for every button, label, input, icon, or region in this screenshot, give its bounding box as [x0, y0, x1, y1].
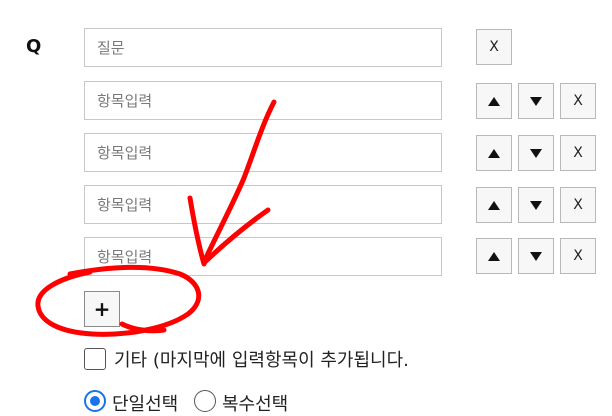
- move-up-button-1[interactable]: [476, 83, 512, 119]
- other-option-checkbox[interactable]: [84, 348, 106, 370]
- multi-select-label: 복수선택: [222, 394, 289, 415]
- close-icon: X: [573, 197, 583, 213]
- move-up-button-2[interactable]: [476, 135, 512, 171]
- item-input-1[interactable]: [84, 81, 442, 120]
- arrow-down-icon: [530, 148, 542, 158]
- item-input-4[interactable]: [84, 237, 442, 276]
- single-select-label: 단일선택: [112, 394, 179, 415]
- close-icon: X: [573, 145, 583, 161]
- arrow-up-icon: [488, 96, 500, 106]
- move-down-button-2[interactable]: [518, 135, 554, 171]
- arrow-down-icon: [530, 200, 542, 210]
- delete-item-button-2[interactable]: X: [560, 135, 596, 171]
- item-input-3[interactable]: [84, 185, 442, 224]
- arrow-down-icon: [530, 251, 542, 261]
- other-option-label: 기타 (마지막에 입력항목이 추가됩니다.: [114, 350, 409, 371]
- delete-item-button-3[interactable]: X: [560, 187, 596, 223]
- delete-item-button-4[interactable]: X: [560, 238, 596, 274]
- arrow-up-icon: [488, 200, 500, 210]
- move-up-button-4[interactable]: [476, 238, 512, 274]
- arrow-down-icon: [530, 96, 542, 106]
- single-select-radio[interactable]: [84, 390, 106, 412]
- arrow-up-icon: [488, 148, 500, 158]
- move-down-button-3[interactable]: [518, 187, 554, 223]
- delete-item-button-1[interactable]: X: [560, 83, 596, 119]
- add-item-button[interactable]: +: [84, 291, 120, 327]
- close-icon: X: [573, 93, 583, 109]
- close-icon: X: [573, 248, 583, 264]
- arrow-up-icon: [488, 251, 500, 261]
- move-up-button-3[interactable]: [476, 187, 512, 223]
- delete-question-button[interactable]: X: [476, 29, 512, 65]
- item-input-2[interactable]: [84, 133, 442, 172]
- close-icon: X: [489, 39, 499, 55]
- move-down-button-1[interactable]: [518, 83, 554, 119]
- question-label: Q: [26, 36, 42, 57]
- question-input[interactable]: [84, 28, 442, 67]
- multi-select-radio[interactable]: [194, 390, 216, 412]
- move-down-button-4[interactable]: [518, 238, 554, 274]
